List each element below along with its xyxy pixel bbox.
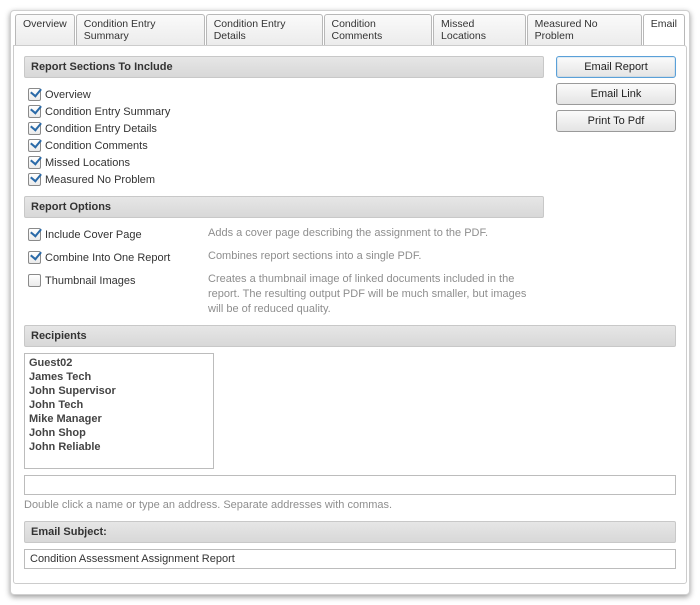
checkbox[interactable]	[28, 156, 41, 169]
tab-email[interactable]: Email	[643, 14, 685, 46]
tab-body-email: Report Sections To Include Overview Condi…	[13, 45, 687, 584]
option-row: Thumbnail Images	[28, 272, 198, 289]
checkbox[interactable]	[28, 173, 41, 186]
print-to-pdf-button[interactable]: Print To Pdf	[556, 110, 676, 132]
checkbox-label: Include Cover Page	[45, 229, 142, 241]
action-buttons: Email Report Email Link Print To Pdf	[556, 56, 676, 325]
checkbox-label: Combine Into One Report	[45, 252, 170, 264]
tab-condition-entry-summary[interactable]: Condition Entry Summary	[76, 14, 205, 46]
recipient-item[interactable]: John Shop	[29, 426, 209, 440]
recipient-item[interactable]: Mike Manager	[29, 412, 209, 426]
section-row: Measured No Problem	[28, 171, 540, 188]
address-input[interactable]	[24, 475, 676, 495]
recipient-item[interactable]: John Tech	[29, 398, 209, 412]
recipients-header: Recipients	[24, 325, 676, 347]
checkbox[interactable]	[28, 122, 41, 135]
checkbox-label: Measured No Problem	[45, 174, 155, 186]
tab-strip: OverviewCondition Entry SummaryCondition…	[13, 13, 687, 45]
checkbox[interactable]	[28, 228, 41, 241]
option-row: Include Cover Page	[28, 226, 198, 243]
option-description: Creates a thumbnail image of linked docu…	[208, 272, 540, 317]
checkbox[interactable]	[28, 88, 41, 101]
checkbox[interactable]	[28, 251, 41, 264]
checkbox-label: Condition Comments	[45, 140, 148, 152]
recipient-item[interactable]: John Reliable	[29, 440, 209, 454]
section-row: Condition Comments	[28, 137, 540, 154]
checkbox-label: Condition Entry Details	[45, 123, 157, 135]
section-row: Overview	[28, 86, 540, 103]
checkbox-label: Thumbnail Images	[45, 275, 136, 287]
recipient-item[interactable]: James Tech	[29, 370, 209, 384]
email-link-button[interactable]: Email Link	[556, 83, 676, 105]
subject-header: Email Subject:	[24, 521, 676, 543]
tab-measured-no-problem[interactable]: Measured No Problem	[527, 14, 642, 46]
recipients-listbox[interactable]: Guest02James TechJohn SupervisorJohn Tec…	[24, 353, 214, 469]
sections-header: Report Sections To Include	[24, 56, 544, 78]
subject-input[interactable]	[24, 549, 676, 569]
checkbox[interactable]	[28, 274, 41, 287]
recipient-item[interactable]: Guest02	[29, 356, 209, 370]
section-row: Condition Entry Summary	[28, 103, 540, 120]
email-panel: OverviewCondition Entry SummaryCondition…	[10, 10, 690, 595]
recipients-hint: Double click a name or type an address. …	[24, 499, 676, 511]
option-description: Combines report sections into a single P…	[208, 249, 540, 264]
checkbox[interactable]	[28, 105, 41, 118]
section-row: Condition Entry Details	[28, 120, 540, 137]
sections-list: Overview Condition Entry Summary Condition…	[24, 84, 544, 196]
option-description: Adds a cover page describing the assignm…	[208, 226, 540, 241]
checkbox-label: Overview	[45, 89, 91, 101]
checkbox-label: Condition Entry Summary	[45, 106, 170, 118]
email-report-button[interactable]: Email Report	[556, 56, 676, 78]
tab-missed-locations[interactable]: Missed Locations	[433, 14, 526, 46]
tab-condition-comments[interactable]: Condition Comments	[324, 14, 433, 46]
options-list: Include Cover Page Adds a cover page desc…	[24, 224, 544, 325]
section-row: Missed Locations	[28, 154, 540, 171]
tab-overview[interactable]: Overview	[15, 14, 75, 46]
option-row: Combine Into One Report	[28, 249, 198, 266]
checkbox-label: Missed Locations	[45, 157, 130, 169]
checkbox[interactable]	[28, 139, 41, 152]
tab-condition-entry-details[interactable]: Condition Entry Details	[206, 14, 323, 46]
recipient-item[interactable]: John Supervisor	[29, 384, 209, 398]
options-header: Report Options	[24, 196, 544, 218]
